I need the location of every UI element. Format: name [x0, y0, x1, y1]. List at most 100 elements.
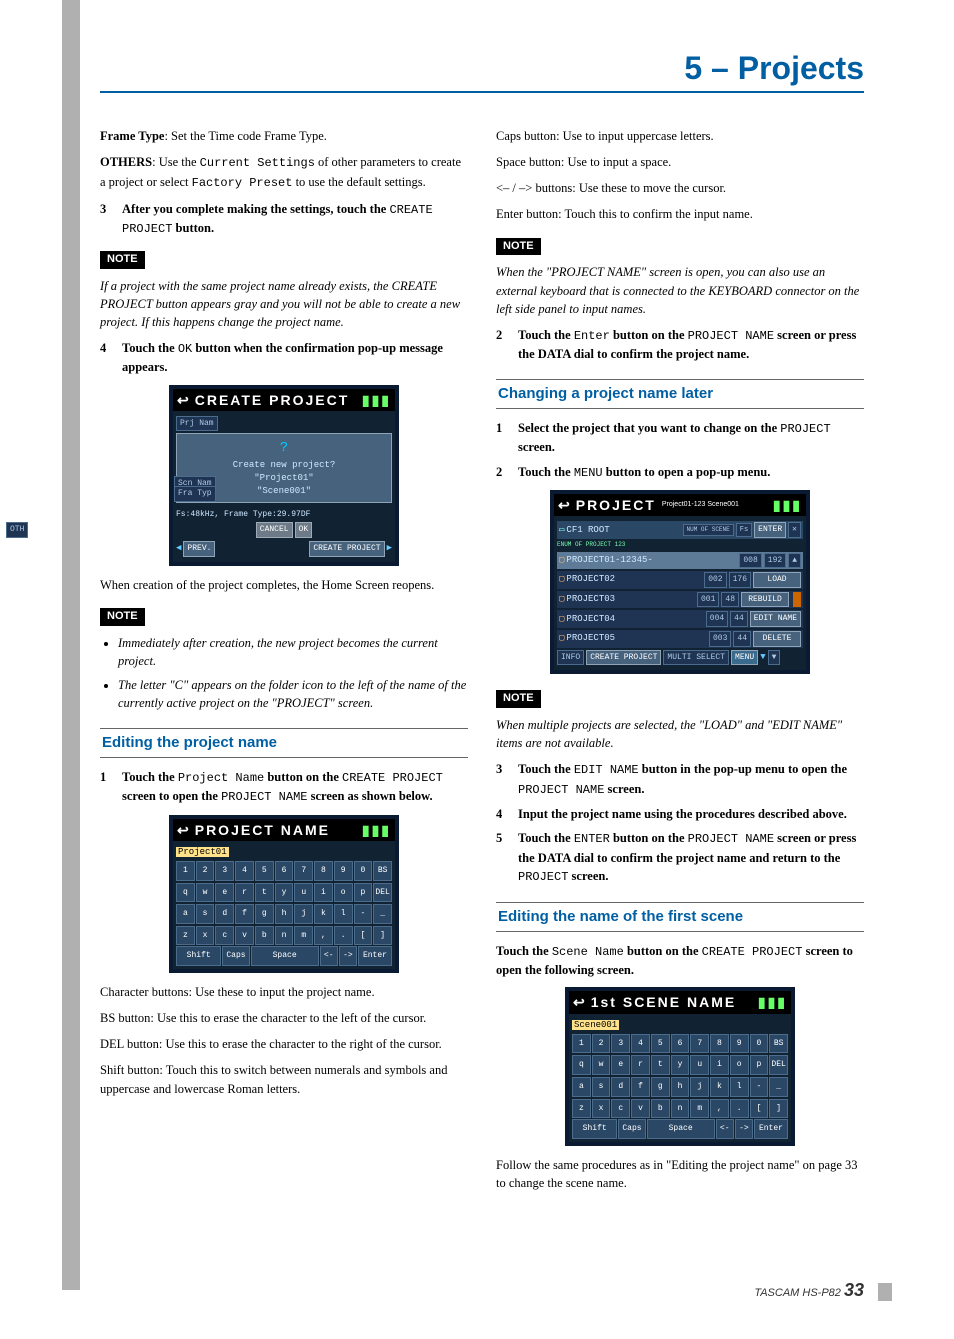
key: q	[176, 883, 195, 903]
key: w	[592, 1055, 611, 1075]
step-2: 2 Touch the Enter button on the PROJECT …	[496, 326, 864, 364]
key: k	[710, 1077, 729, 1097]
shift-btn-desc: Shift button: Touch this to switch betwe…	[100, 1061, 468, 1097]
key: j	[294, 904, 313, 924]
project-row: ▢PROJECT01-12345-008192▲	[557, 552, 803, 570]
keyboard-row: asdfghjkl-_	[572, 1077, 788, 1097]
key: 7	[690, 1034, 709, 1054]
folder-icon: ▢	[559, 593, 564, 606]
key: y	[275, 883, 294, 903]
key: k	[314, 904, 333, 924]
key: z	[176, 926, 195, 946]
key: c	[611, 1099, 630, 1119]
keyboard-row: 1234567890BS	[572, 1034, 788, 1054]
key: i	[314, 883, 333, 903]
key: ,	[314, 926, 333, 946]
chg-step-5: 5 Touch the ENTER button on the PROJECT …	[496, 829, 864, 886]
key: d	[215, 904, 234, 924]
key: y	[671, 1055, 690, 1075]
key: 9	[730, 1034, 749, 1054]
note-item: Immediately after creation, the new proj…	[118, 634, 468, 670]
key: b	[255, 926, 274, 946]
key: s	[592, 1077, 611, 1097]
key: q	[572, 1055, 591, 1075]
key: g	[255, 904, 274, 924]
step-4: 4 Touch the OK button when the confirmat…	[100, 339, 468, 377]
key: l	[730, 1077, 749, 1097]
key: 7	[294, 861, 313, 881]
after-create-text: When creation of the project completes, …	[100, 576, 468, 594]
keyboard-row: asdfghjkl-_	[176, 904, 392, 924]
key: a	[572, 1077, 591, 1097]
key: .	[334, 926, 353, 946]
project-row: ▢PROJECT0400444EDIT NAME	[557, 610, 803, 628]
note-item: The letter "C" appears on the folder ico…	[118, 676, 468, 712]
key: o	[334, 883, 353, 903]
folder-icon: ▢	[559, 554, 564, 567]
key: t	[255, 883, 274, 903]
key: n	[671, 1099, 690, 1119]
key: 1	[572, 1034, 591, 1054]
edit-step-1: 1 Touch the Project Name button on the C…	[100, 768, 468, 807]
note-label: NOTE	[496, 690, 541, 708]
key: t	[651, 1055, 670, 1075]
frame-type-text: : Set the Time code Frame Type.	[164, 129, 326, 143]
key: b	[651, 1099, 670, 1119]
chg-step-2: 2 Touch the MENU button to open a pop-up…	[496, 463, 864, 482]
enter-btn-desc: Enter button: Touch this to confirm the …	[496, 205, 864, 223]
frame-type-line: Frame Type: Set the Time code Frame Type…	[100, 127, 468, 145]
project-row: ▢PROJECT0500344DELETE	[557, 630, 803, 648]
back-icon	[177, 820, 191, 840]
key: BS	[373, 861, 392, 881]
key: g	[651, 1077, 670, 1097]
keyboard-row: 1234567890BS	[176, 861, 392, 881]
key: i	[710, 1055, 729, 1075]
left-column: Frame Type: Set the Time code Frame Type…	[100, 123, 468, 1200]
key: _	[373, 904, 392, 924]
key: d	[611, 1077, 630, 1097]
key: -	[750, 1077, 769, 1097]
key: l	[334, 904, 353, 924]
scene-instruction: Touch the Scene Name button on the CREAT…	[496, 942, 864, 980]
key: BS	[769, 1034, 788, 1054]
question-icon: ?	[181, 438, 387, 458]
key: 6	[671, 1034, 690, 1054]
scroll-bottom-icon: ▼	[768, 650, 781, 666]
chg-step-3: 3 Touch the EDIT NAME button in the pop-…	[496, 760, 864, 799]
key: 3	[611, 1034, 630, 1054]
key: e	[611, 1055, 630, 1075]
note-label: NOTE	[496, 238, 541, 256]
folder-icon: ▢	[559, 573, 564, 586]
step-num: 4	[100, 339, 112, 377]
key: -	[354, 904, 373, 924]
note-label: NOTE	[100, 251, 145, 269]
step-body: After you complete making the settings, …	[122, 200, 468, 239]
battery-icon: ▮▮▮	[773, 495, 802, 515]
key: 8	[710, 1034, 729, 1054]
others-label: OTHERS	[100, 155, 152, 169]
keyboard-bottom: Shift Caps Space <- -> Enter	[176, 946, 392, 966]
chg-step-1: 1 Select the project that you want to ch…	[496, 419, 864, 457]
key: r	[235, 883, 254, 903]
key: h	[275, 904, 294, 924]
right-margin-tab	[878, 1283, 892, 1301]
battery-icon: ▮▮▮	[362, 390, 391, 410]
screenshot-scene-name: 1st SCENE NAME▮▮▮ Scene001 1234567890BS …	[565, 987, 795, 1145]
key: 1	[176, 861, 195, 881]
section-edit-name: Editing the project name	[100, 728, 468, 758]
key: z	[572, 1099, 591, 1119]
key: 9	[334, 861, 353, 881]
footer: TASCAM HS-P82 33	[754, 1280, 864, 1301]
battery-icon: ▮▮▮	[362, 820, 391, 840]
cf-icon: ▭	[559, 524, 564, 537]
key: m	[690, 1099, 709, 1119]
arrow-btn-desc: <– / –> buttons: Use these to move the c…	[496, 179, 864, 197]
key: j	[690, 1077, 709, 1097]
keyboard-row: qwertyuiopDEL	[176, 883, 392, 903]
key: _	[769, 1077, 788, 1097]
key: x	[196, 926, 215, 946]
key: ]	[769, 1099, 788, 1119]
key: 5	[651, 1034, 670, 1054]
key: [	[354, 926, 373, 946]
back-icon	[558, 495, 572, 515]
